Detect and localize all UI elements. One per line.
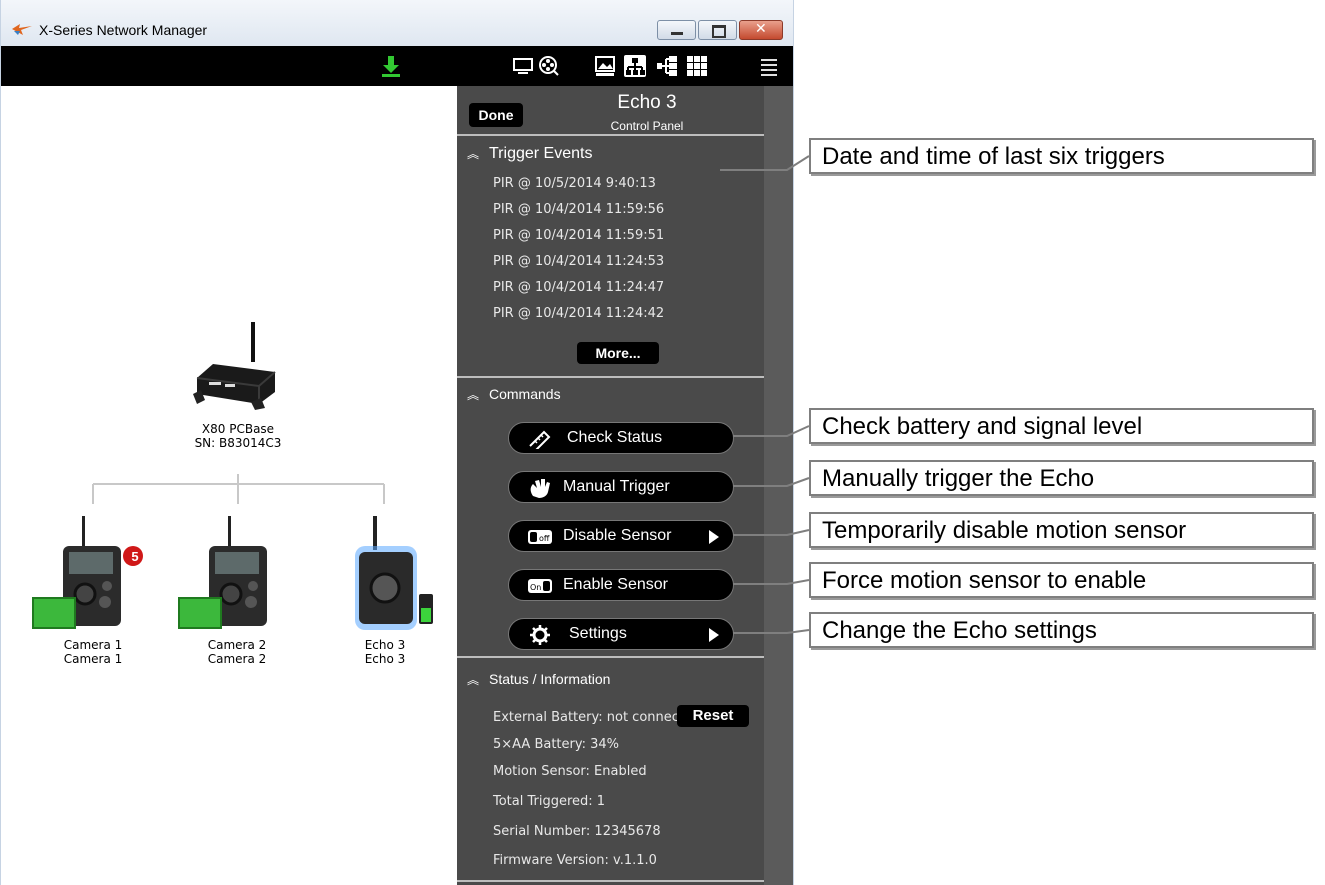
callout-trigger-events: Date and time of last six triggers xyxy=(809,138,1314,174)
callout-text: Manually trigger the Echo xyxy=(822,465,1095,492)
callout-enable-sensor: Force motion sensor to enable xyxy=(809,562,1314,598)
callout-manual-trigger: Manually trigger the Echo xyxy=(809,460,1314,496)
callout-text: Change the Echo settings xyxy=(822,617,1097,644)
callout-text: Temporarily disable motion sensor xyxy=(822,517,1187,544)
callout-text: Force motion sensor to enable xyxy=(822,567,1147,594)
callout-disable-sensor: Temporarily disable motion sensor xyxy=(809,512,1314,548)
callout-check-status: Check battery and signal level xyxy=(809,408,1314,444)
callout-settings: Change the Echo settings xyxy=(809,612,1314,648)
callout-text: Check battery and signal level xyxy=(822,413,1143,440)
callout-text: Date and time of last six triggers xyxy=(822,143,1165,170)
